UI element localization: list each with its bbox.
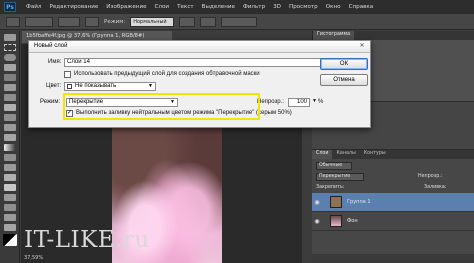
width-field[interactable] [179,16,196,27]
watermark-text: IT-LIKE.ru [24,227,150,253]
history-brush-icon[interactable] [3,124,16,131]
color-select-value: Не показывать [75,83,117,89]
menu-image[interactable]: Изображение [102,4,150,10]
name-label: Имя: [48,59,62,65]
layers-panel-footer [312,254,474,263]
menu-type[interactable]: Текст [173,4,198,10]
lasso-tool-icon[interactable] [3,54,16,61]
clone-stamp-icon[interactable] [3,114,16,121]
layer-name-input[interactable]: Слой 14 [64,58,322,67]
layer-blend-mode-select[interactable]: Перекрытие [316,173,364,181]
pen-tool-icon[interactable] [3,174,16,181]
ok-button[interactable]: ОК [320,58,368,70]
menu-filter[interactable]: Фильтр [239,4,269,10]
options-bar: Режим: Нормальный [0,14,474,30]
visibility-eye-icon[interactable]: ◉ [312,199,322,206]
layers-panel: Слои Каналы Контуры Обычные Перекрытие Н… [312,149,474,263]
crop-tool-icon[interactable] [3,74,16,81]
marquee-tool-icon[interactable] [3,44,16,51]
histogram-panel-tabs: Гистограмма [313,31,474,40]
type-tool-icon[interactable] [3,184,16,191]
refine-edge-button[interactable] [221,16,258,27]
clip-mask-checkbox[interactable] [64,71,71,78]
eraser-tool-icon[interactable] [3,134,16,141]
color-swatches-icon[interactable] [2,234,17,246]
menu-file[interactable]: Файл [22,4,45,10]
menu-bar: Ps Файл Редактирование Изображение Слои … [0,0,474,14]
mode-label: Режим: [104,18,126,25]
folder-icon [330,196,342,208]
menu-layers[interactable]: Слои [151,4,174,10]
blur-tool-icon[interactable] [3,154,16,161]
mode-label: Режим: [40,99,61,105]
lock-label: Закрепить: [316,185,345,190]
layer-row-background[interactable]: ◉ Фон [312,212,474,231]
hand-tool-icon[interactable] [3,214,16,221]
dialog-titlebar: Новый слой ✕ [29,41,370,53]
tab-layers[interactable]: Слои [312,150,333,159]
quick-select-tool-icon[interactable] [3,64,16,71]
tab-paths[interactable]: Контуры [360,150,390,159]
close-icon[interactable]: ✕ [358,43,366,50]
color-select[interactable]: Не показывать ▼ [64,82,156,91]
layers-panel-tabs: Слои Каналы Контуры [312,150,474,159]
photoshop-logo-icon: Ps [4,2,16,12]
height-field[interactable] [200,16,217,27]
zoom-tool-icon[interactable] [3,224,16,231]
layer-thumbnail [330,215,342,227]
mode-select[interactable]: Нормальный [130,16,175,27]
menu-window[interactable]: Окно [322,4,345,10]
feather-field[interactable] [58,16,80,27]
menu-3d[interactable]: 3D [269,4,285,10]
dodge-tool-icon[interactable] [3,164,16,171]
layer-name: Фон [347,218,358,224]
tab-histogram[interactable]: Гистограмма [313,31,355,40]
fill-label: Заливка: [424,185,447,190]
selection-mode-icons[interactable] [25,16,53,27]
gradient-tool-icon[interactable] [3,144,16,151]
cancel-button[interactable]: Отмена [320,74,368,86]
tab-channels[interactable]: Каналы [332,150,359,159]
color-label: Цвет: [46,83,62,89]
layer-opacity-label: Непрозр.: [418,174,443,179]
opacity-stepper-icon[interactable]: ▼ [312,98,317,104]
tools-panel [0,31,20,263]
layer-row-group[interactable]: ◉ Группа 1 [312,193,474,212]
brush-tool-icon[interactable] [3,104,16,111]
yellow-highlight-frame [63,93,260,120]
menu-edit[interactable]: Редактирование [45,4,102,10]
tool-preset-icon[interactable] [6,16,20,27]
layer-name: Группа 1 [347,199,371,205]
antialias-checkbox[interactable] [85,16,99,27]
move-tool-icon[interactable] [3,34,16,41]
chevron-down-icon: ▼ [148,83,153,89]
visibility-eye-icon[interactable]: ◉ [312,218,322,225]
opacity-label: Непрозр.: [257,99,284,105]
clip-mask-label: Использовать предыдущий слой для создани… [74,71,260,77]
dialog-title: Новый слой [34,43,68,49]
healing-brush-icon[interactable] [3,94,16,101]
menu-help[interactable]: Справка [345,4,378,10]
color-swatch-icon [67,84,72,89]
layer-kind-filter[interactable]: Обычные [316,162,352,170]
shape-tool-icon[interactable] [3,204,16,211]
menu-view[interactable]: Просмотр [285,4,322,10]
eyedropper-tool-icon[interactable] [3,84,16,91]
opacity-input[interactable]: 100 [288,98,310,107]
photoshop-window: Ps Файл Редактирование Изображение Слои … [0,0,474,263]
zoom-status: 37,59% [24,255,44,261]
opacity-unit: % [318,99,324,105]
menu-select[interactable]: Выделение [198,4,239,10]
new-layer-dialog: Новый слой ✕ Имя: Слой 14 Использовать п… [28,40,371,128]
path-select-icon[interactable] [3,194,16,201]
